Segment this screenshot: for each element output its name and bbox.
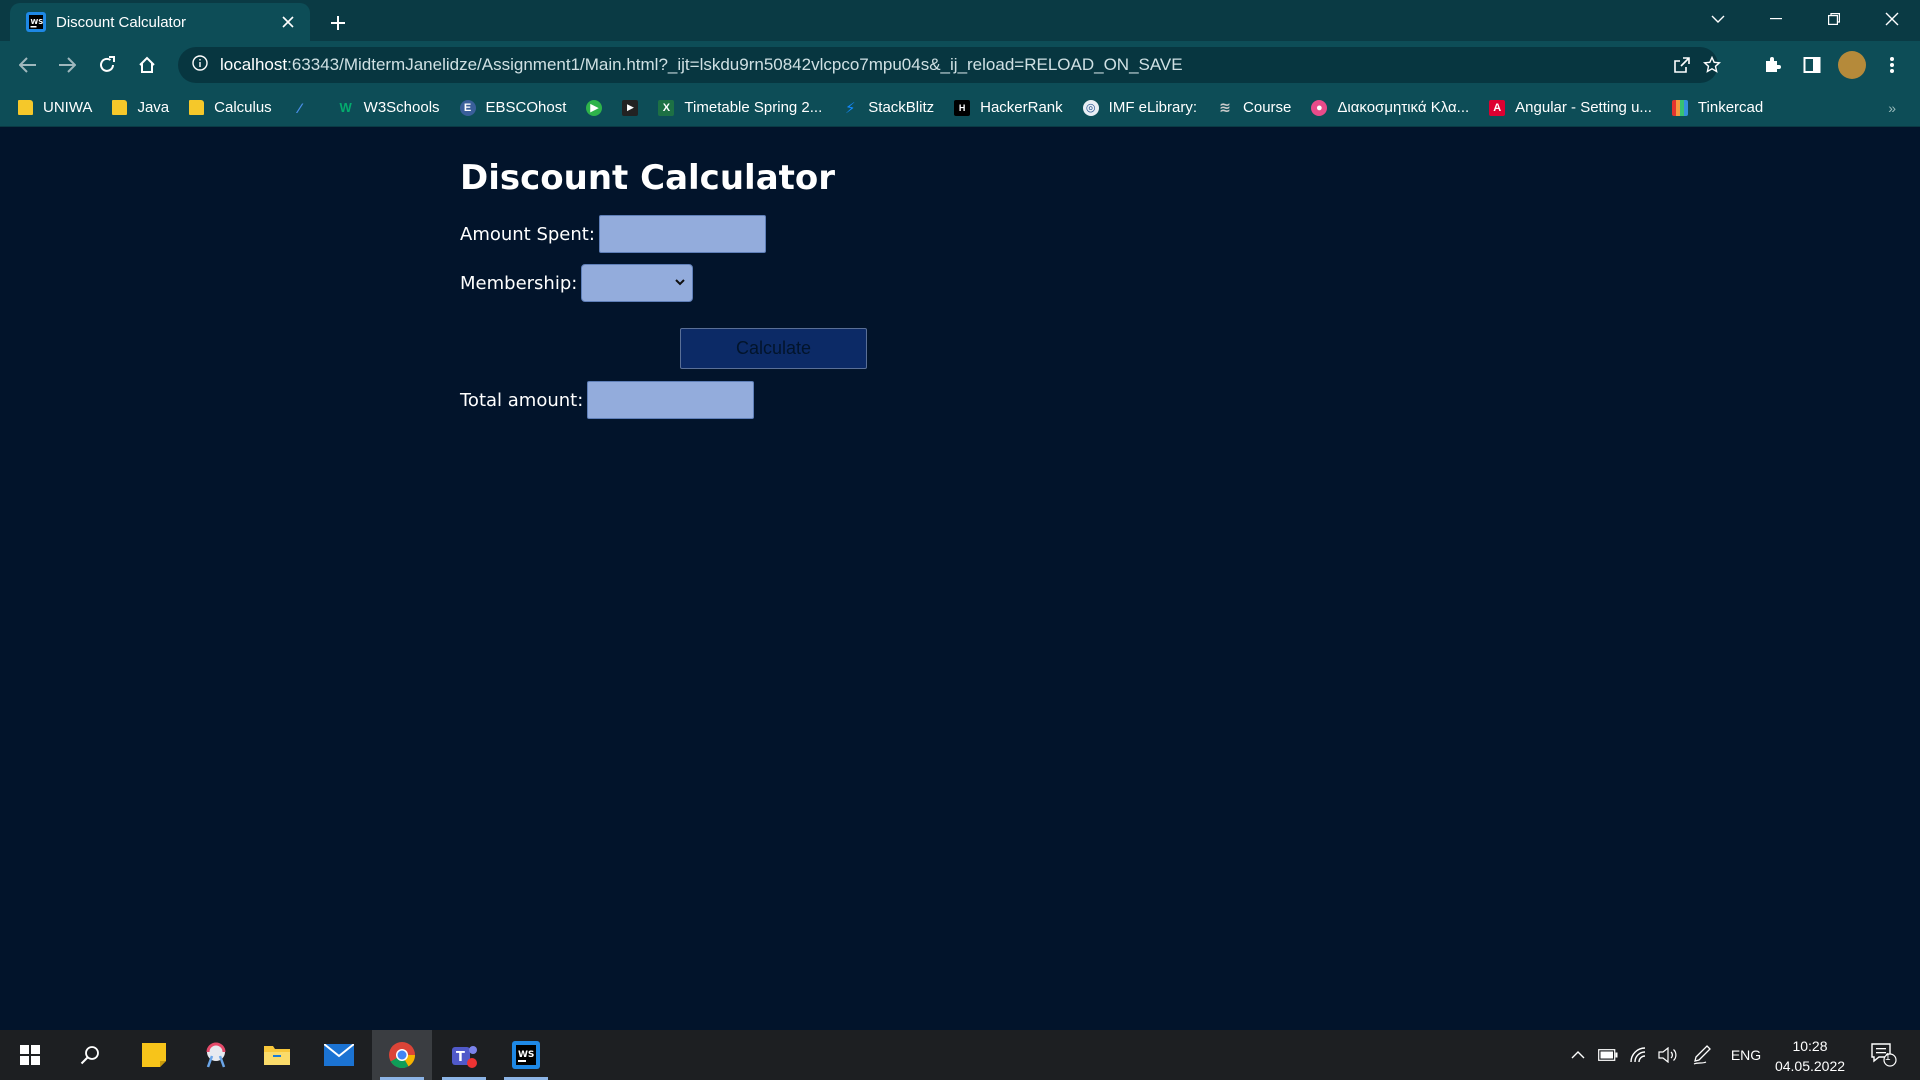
notification-count: 1 [1885, 1052, 1891, 1063]
windows-taskbar: T WS ENG 10:28 04.05.2022 1 [0, 1030, 1920, 1080]
chevron-down-icon [674, 275, 686, 293]
bolt-icon: ⚡ [844, 99, 856, 117]
svg-text:WS: WS [31, 18, 44, 26]
color-icon: ● [1311, 99, 1328, 116]
svg-text:T: T [456, 1050, 465, 1065]
svg-text:WS: WS [518, 1050, 534, 1060]
calculate-button[interactable]: Calculate [680, 328, 867, 369]
bookmark-decor[interactable]: ● Διακοσμητικά Κλα... [1311, 99, 1469, 116]
close-tab-icon[interactable] [276, 10, 300, 34]
browser-toolbar: localhost:63343/MidtermJanelidze/Assignm… [0, 41, 1920, 89]
pen-icon: ⁄ [298, 99, 301, 116]
bookmark-uniwa[interactable]: UNIWA [18, 99, 92, 116]
bookmark-play[interactable]: ▶ [622, 99, 639, 116]
sticky-notes-icon[interactable] [124, 1030, 184, 1080]
total-row: Total amount: [460, 381, 755, 419]
excel-icon: X [658, 99, 675, 116]
bookmark-pen[interactable]: ⁄ [292, 100, 318, 116]
bookmark-hackerrank[interactable]: H HackerRank [954, 99, 1063, 116]
file-explorer-icon[interactable] [247, 1030, 307, 1080]
pen-workspace-icon[interactable] [1688, 1030, 1716, 1080]
bookmark-ebscohost[interactable]: E EBSCOhost [459, 99, 566, 116]
bookmark-java[interactable]: Java [112, 99, 169, 116]
side-panel-icon[interactable] [1798, 51, 1826, 79]
volume-icon[interactable] [1654, 1030, 1682, 1080]
language-indicator[interactable]: ENG [1724, 1030, 1768, 1080]
snipping-tool-icon[interactable] [186, 1030, 246, 1080]
bookmark-angular[interactable]: A Angular - Setting u... [1489, 99, 1652, 116]
folder-icon [189, 100, 205, 115]
windows-start-icon[interactable] [0, 1030, 60, 1080]
amount-label: Amount Spent: [460, 223, 595, 245]
url-text: localhost:63343/MidtermJanelidze/Assignm… [220, 55, 1183, 74]
bookmark-timetable[interactable]: X Timetable Spring 2... [658, 99, 822, 116]
course-icon: ≋ [1219, 99, 1231, 115]
home-icon[interactable] [133, 51, 161, 79]
forward-arrow-icon[interactable] [53, 51, 81, 79]
bookmarks-bar: UNIWA Java Calculus ⁄ W W3Schools E EBSCOh… [0, 89, 1920, 127]
webstorm-favicon-icon: WS [26, 12, 46, 32]
restore-icon[interactable] [1806, 0, 1862, 38]
extensions-puzzle-icon[interactable] [1758, 51, 1786, 79]
clock-date: 04.05.2022 [1774, 1058, 1846, 1074]
site-info-icon[interactable] [192, 54, 208, 76]
new-tab-plus-icon[interactable] [324, 9, 352, 37]
minimize-icon[interactable] [1748, 0, 1804, 38]
bookmark-play-circle[interactable]: ▶ [586, 99, 603, 116]
kebab-menu-icon[interactable] [1878, 51, 1906, 79]
show-hidden-icons-chevron-icon[interactable] [1566, 1030, 1590, 1080]
reload-icon[interactable] [93, 51, 121, 79]
search-icon[interactable] [60, 1030, 120, 1080]
membership-row: Membership: [460, 264, 694, 302]
bookmark-tinkercad[interactable]: Tinkercad [1671, 99, 1763, 116]
close-window-icon[interactable] [1864, 0, 1920, 38]
ebsco-icon: E [459, 99, 476, 116]
play-icon: ▶ [622, 99, 639, 116]
membership-label: Membership: [460, 272, 578, 294]
address-bar[interactable]: localhost:63343/MidtermJanelidze/Assignm… [178, 47, 1721, 83]
system-clock[interactable]: 10:28 04.05.2022 [1770, 1036, 1850, 1076]
amount-input[interactable] [598, 215, 766, 253]
folder-icon [18, 100, 33, 115]
total-label: Total amount: [460, 389, 584, 411]
clock-time: 10:28 [1792, 1038, 1828, 1054]
w3schools-icon: W [339, 100, 352, 115]
battery-icon[interactable] [1594, 1030, 1622, 1080]
tab-title: Discount Calculator [56, 13, 187, 31]
bookmark-calculus[interactable]: Calculus [189, 99, 272, 116]
notifications-icon[interactable]: 1 [1864, 1030, 1904, 1080]
bookmark-stackblitz[interactable]: ⚡ StackBlitz [842, 99, 934, 117]
teams-icon[interactable]: T [434, 1030, 494, 1080]
tab-discount-calculator[interactable]: WS Discount Calculator [10, 3, 310, 41]
total-output[interactable] [587, 381, 755, 419]
bookmark-course[interactable]: ≋ Course [1217, 99, 1291, 116]
chrome-taskbar-icon[interactable] [372, 1030, 432, 1080]
page-title: Discount Calculator [460, 158, 836, 198]
imf-icon: ◎ [1082, 99, 1099, 116]
folder-icon [112, 100, 128, 115]
play-circle-icon: ▶ [586, 99, 603, 116]
hackerrank-icon: H [954, 99, 971, 116]
page-content: Discount Calculator Amount Spent: Member… [0, 128, 1920, 1030]
tab-strip: WS Discount Calculator [0, 0, 1920, 41]
wifi-icon[interactable] [1624, 1030, 1652, 1080]
more-bookmarks-chevron-icon[interactable]: » [1888, 100, 1896, 116]
tinkercad-icon [1671, 99, 1688, 116]
bookmark-imf[interactable]: ◎ IMF eLibrary: [1082, 99, 1197, 116]
membership-select[interactable] [581, 264, 694, 302]
tab-search-chevron-icon[interactable] [1690, 0, 1746, 38]
back-arrow-icon[interactable] [14, 51, 42, 79]
amount-row: Amount Spent: [460, 215, 766, 253]
webstorm-taskbar-icon[interactable]: WS [496, 1030, 556, 1080]
angular-icon: A [1489, 99, 1506, 116]
bookmark-star-icon[interactable] [1698, 51, 1726, 79]
bookmark-w3schools[interactable]: W W3Schools [338, 99, 440, 116]
profile-avatar[interactable] [1838, 51, 1866, 79]
share-icon[interactable] [1668, 51, 1696, 79]
mail-icon[interactable] [309, 1030, 369, 1080]
